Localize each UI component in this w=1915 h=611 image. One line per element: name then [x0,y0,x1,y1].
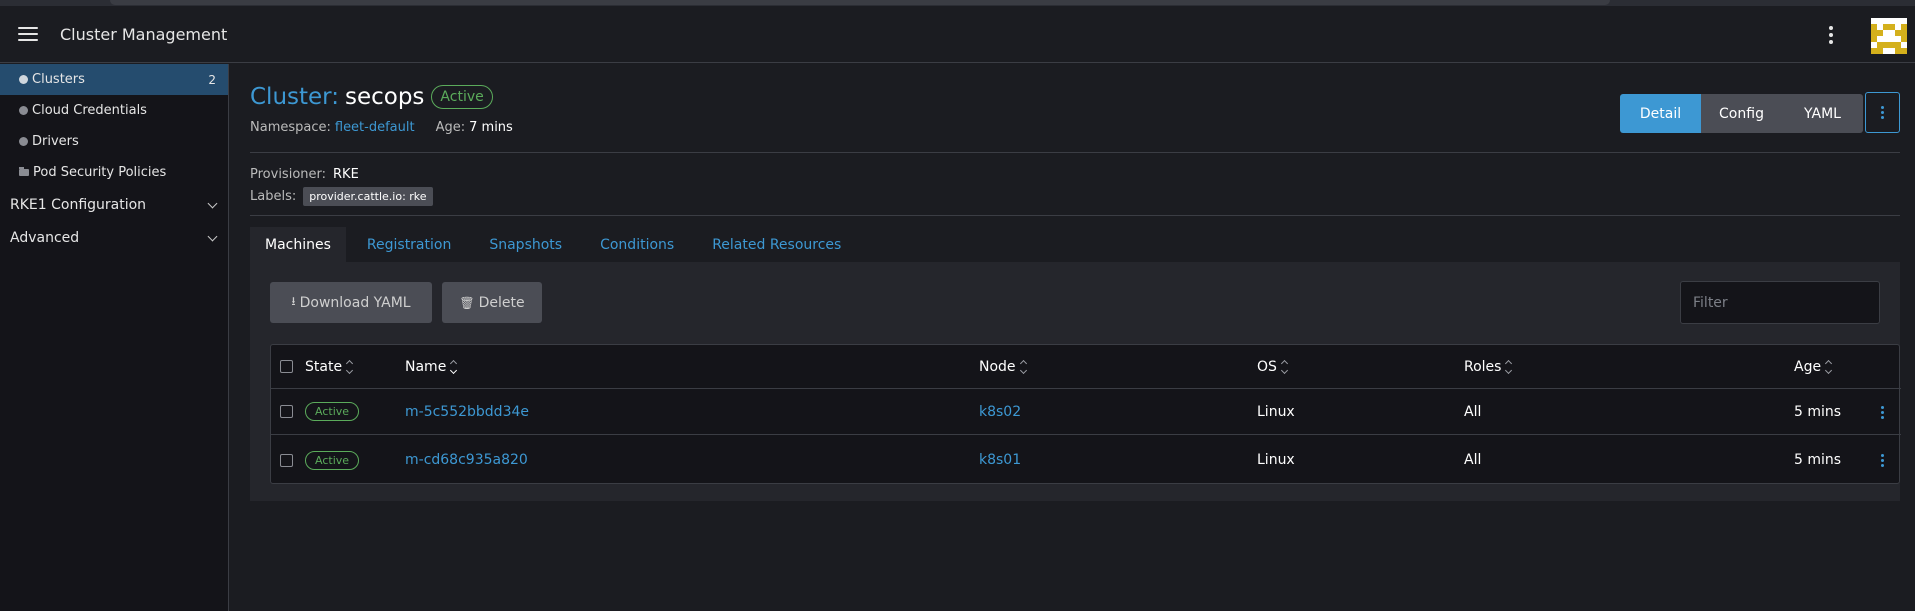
avatar[interactable] [1871,18,1907,54]
age-value: 5 mins [1794,403,1842,420]
row-actions-button[interactable] [1877,403,1887,421]
app-title: Cluster Management [60,24,228,44]
machine-name-link[interactable]: m-cd68c935a820 [405,452,528,468]
tab-conditions[interactable]: Conditions [585,227,689,262]
config-button[interactable]: Config [1701,94,1782,133]
sidebar-item-label: Clusters [32,72,85,87]
row-actions-button[interactable] [1877,451,1887,469]
sort-icon [1825,359,1833,374]
sidebar-item-cloud-credentials[interactable]: Cloud Credentials [0,95,228,126]
sidebar-item-pod-security-policies[interactable]: Pod Security Policies [0,157,228,188]
tab-snapshots[interactable]: Snapshots [474,227,577,262]
column-header-state[interactable]: State [305,345,354,388]
tab-machines[interactable]: Machines [250,227,346,262]
column-header-name[interactable]: Name [405,345,458,388]
tab-bar: Machines Registration Snapshots Conditio… [250,227,864,262]
scrollbar[interactable] [110,0,1610,5]
provisioner-value: RKE [333,166,359,182]
namespace-label: Namespace: [250,120,331,135]
top-header: Cluster Management [0,6,1915,63]
sidebar-item-label: Cloud Credentials [32,103,147,118]
sidebar-item-label: Drivers [32,134,79,149]
delete-button[interactable]: 🗑 Delete [442,282,542,323]
status-badge: Active [305,402,360,421]
download-yaml-button[interactable]: ⭳ Download YAML [270,282,432,323]
tab-registration[interactable]: Registration [352,227,466,262]
sort-icon [450,359,458,374]
sidebar-item-drivers[interactable]: Drivers [0,126,228,157]
node-link[interactable]: k8s02 [979,404,1021,420]
table-row[interactable]: Active m-cd68c935a820 k8s01 Linux All 5 … [271,437,1901,483]
sidebar-group-advanced[interactable]: Advanced [0,221,228,254]
sort-icon [1505,359,1513,374]
divider [250,215,1900,216]
row-checkbox[interactable] [280,405,293,418]
os-value: Linux [1257,452,1295,468]
sidebar: Clusters 2 Cloud Credentials Drivers Pod… [0,64,229,611]
title-prefix: Cluster: [250,84,339,110]
chevron-down-icon [207,198,218,209]
sidebar-group-label: RKE1 Configuration [10,196,147,213]
machines-panel: ⭳ Download YAML 🗑 Delete State Name Node [250,262,1901,501]
column-header-roles[interactable]: Roles [1464,345,1513,388]
cluster-meta: Namespace: fleet-default Age: 7 mins [250,120,513,135]
labels-label: Labels: [250,188,297,204]
yaml-button[interactable]: YAML [1782,94,1863,133]
cluster-icon [19,75,28,84]
sort-icon [1019,359,1027,374]
view-switch: Detail Config YAML [1620,94,1863,133]
delete-label: Delete [478,294,525,311]
circle-icon [19,137,28,146]
sidebar-item-label: Pod Security Policies [33,165,167,180]
table-row[interactable]: Active m-5c552bbdd34e k8s02 Linux All 5 … [271,389,1901,435]
sort-icon [346,359,354,374]
sidebar-group-rke1-configuration[interactable]: RKE1 Configuration [0,188,228,221]
row-checkbox[interactable] [280,453,293,467]
sort-icon [1280,359,1288,374]
column-header-age[interactable]: Age [1794,345,1833,388]
divider [250,152,1900,153]
namespace-link[interactable]: fleet-default [335,120,415,135]
page-title: Cluster: secops Active [250,84,493,110]
age-value: 5 mins [1794,452,1842,468]
folder-icon [19,167,29,176]
column-header-os[interactable]: OS [1257,345,1288,388]
provisioner-label: Provisioner: [250,166,327,182]
kebab-menu-button[interactable] [1821,22,1841,48]
select-all-checkbox[interactable] [280,360,293,373]
kebab-menu-icon [1881,106,1884,109]
download-yaml-label: Download YAML [299,294,411,311]
hamburger-menu-button[interactable] [0,6,56,63]
actions-menu-button[interactable] [1865,92,1900,133]
age-label: Age: [435,120,466,135]
age-value: 7 mins [469,120,513,135]
detail-button[interactable]: Detail [1620,94,1701,133]
cluster-name: secops [344,84,425,110]
circle-icon [19,106,28,115]
filter-input[interactable] [1680,281,1880,324]
sidebar-item-count: 2 [208,72,216,87]
status-badge: Active [431,85,493,109]
chevron-down-icon [207,231,218,242]
sidebar-group-label: Advanced [10,229,80,246]
column-header-node[interactable]: Node [979,345,1027,388]
os-value: Linux [1257,403,1295,420]
cluster-details: Provisioner: RKE Labels: provider.cattle… [250,163,433,207]
label-chip: provider.cattle.io: rke [303,186,433,206]
tab-related-resources[interactable]: Related Resources [697,227,856,262]
roles-value: All [1464,452,1482,468]
machine-name-link[interactable]: m-5c552bbdd34e [405,404,529,420]
table-header: State Name Node OS Roles Age [271,345,1901,389]
status-badge: Active [305,450,360,470]
trash-icon: 🗑 [459,295,475,310]
node-link[interactable]: k8s01 [979,452,1021,468]
hamburger-menu-icon [18,27,38,41]
download-icon: ⭳ [291,294,296,308]
sidebar-item-clusters[interactable]: Clusters 2 [0,64,228,95]
machines-table: State Name Node OS Roles Age Active m-5c… [270,344,1901,484]
roles-value: All [1464,403,1482,420]
